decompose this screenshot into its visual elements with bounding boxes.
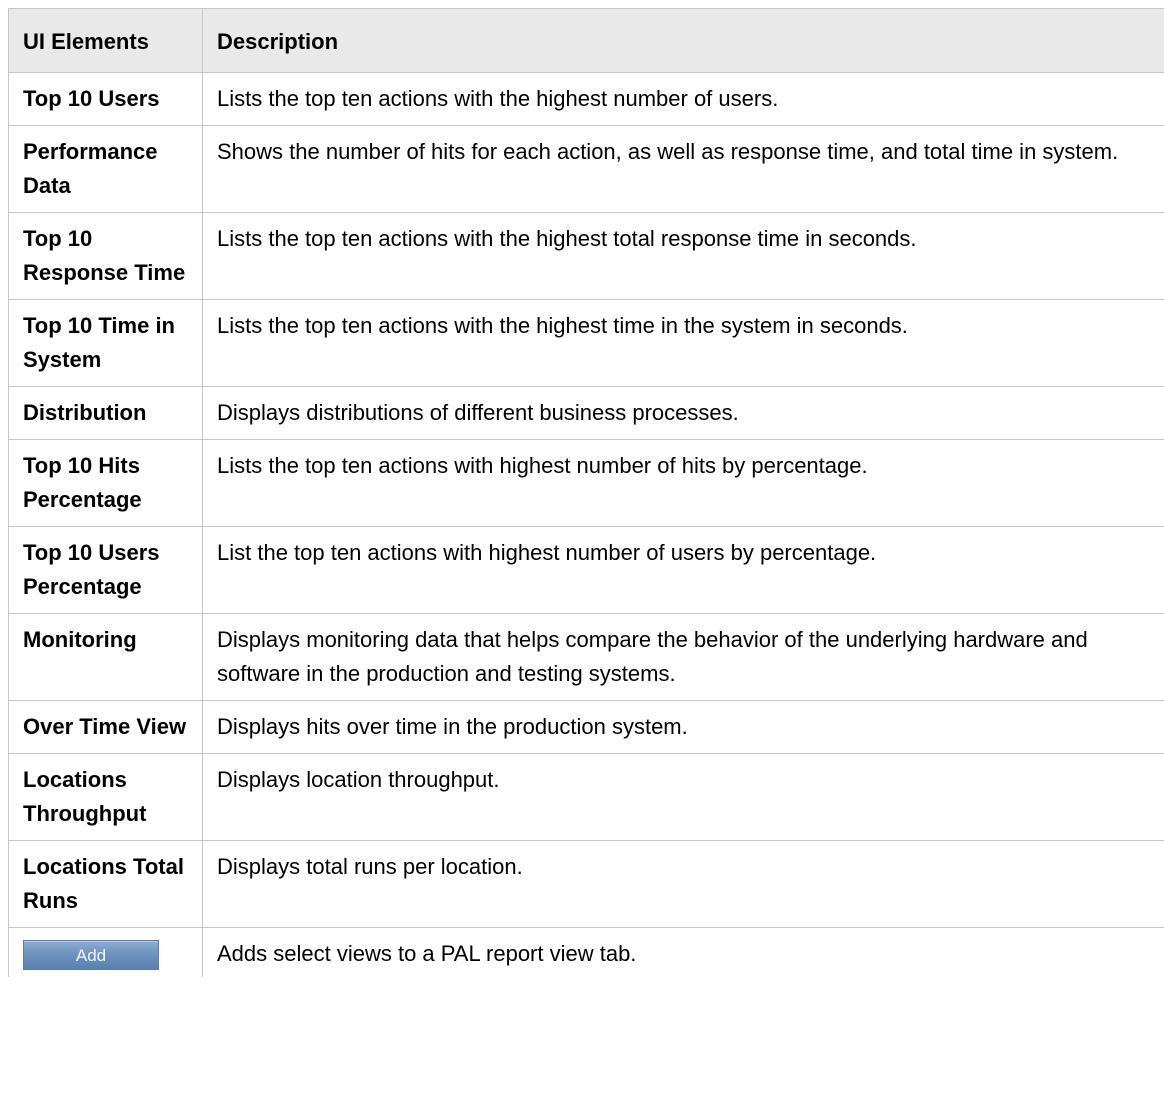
ui-element-name: Top 10 Hits Percentage xyxy=(8,439,203,527)
ui-element-description: Shows the number of hits for each action… xyxy=(202,125,1164,213)
ui-element-name: Locations Total Runs xyxy=(8,840,203,928)
ui-element-description: Lists the top ten actions with the highe… xyxy=(202,212,1164,300)
ui-elements-table: UI Elements Description Top 10 Users Lis… xyxy=(8,8,1164,977)
table-row: Top 10 Users Percentage List the top ten… xyxy=(8,526,1164,614)
table-row-add: Add Adds select views to a PAL report vi… xyxy=(8,927,1164,977)
ui-element-name: Top 10 Users xyxy=(8,72,203,126)
ui-element-name: Top 10 Time in System xyxy=(8,299,203,387)
table-row: Distribution Displays distributions of d… xyxy=(8,386,1164,440)
table-row: Monitoring Displays monitoring data that… xyxy=(8,613,1164,701)
ui-element-name: Locations Throughput xyxy=(8,753,203,841)
ui-elements-table-container: UI Elements Description Top 10 Users Lis… xyxy=(8,8,1164,977)
ui-element-name: Monitoring xyxy=(8,613,203,701)
ui-element-description: Lists the top ten actions with the highe… xyxy=(202,72,1164,126)
column-header-ui-elements: UI Elements xyxy=(8,8,203,73)
table-row: Top 10 Hits Percentage Lists the top ten… xyxy=(8,439,1164,527)
ui-element-description: Adds select views to a PAL report view t… xyxy=(202,927,1164,977)
ui-element-description: Displays distributions of different busi… xyxy=(202,386,1164,440)
ui-element-description: Displays location throughput. xyxy=(202,753,1164,841)
ui-element-description: Displays monitoring data that helps comp… xyxy=(202,613,1164,701)
table-row: Locations Throughput Displays location t… xyxy=(8,753,1164,841)
ui-element-name: Over Time View xyxy=(8,700,203,754)
ui-element-name: Distribution xyxy=(8,386,203,440)
ui-element-name: Top 10 Response Time xyxy=(8,212,203,300)
ui-element-description: List the top ten actions with highest nu… xyxy=(202,526,1164,614)
ui-element-description: Displays hits over time in the productio… xyxy=(202,700,1164,754)
add-button-cell: Add xyxy=(8,927,203,977)
table-row: Top 10 Users Lists the top ten actions w… xyxy=(8,72,1164,126)
table-row: Top 10 Time in System Lists the top ten … xyxy=(8,299,1164,387)
table-header-row: UI Elements Description xyxy=(8,8,1164,73)
table-row: Top 10 Response Time Lists the top ten a… xyxy=(8,212,1164,300)
add-button[interactable]: Add xyxy=(23,940,159,970)
ui-element-description: Displays total runs per location. xyxy=(202,840,1164,928)
table-row: Over Time View Displays hits over time i… xyxy=(8,700,1164,754)
column-header-description: Description xyxy=(202,8,1164,73)
ui-element-description: Lists the top ten actions with highest n… xyxy=(202,439,1164,527)
table-row: Locations Total Runs Displays total runs… xyxy=(8,840,1164,928)
ui-element-description: Lists the top ten actions with the highe… xyxy=(202,299,1164,387)
ui-element-name: Performance Data xyxy=(8,125,203,213)
table-row: Performance Data Shows the number of hit… xyxy=(8,125,1164,213)
ui-element-name: Top 10 Users Percentage xyxy=(8,526,203,614)
